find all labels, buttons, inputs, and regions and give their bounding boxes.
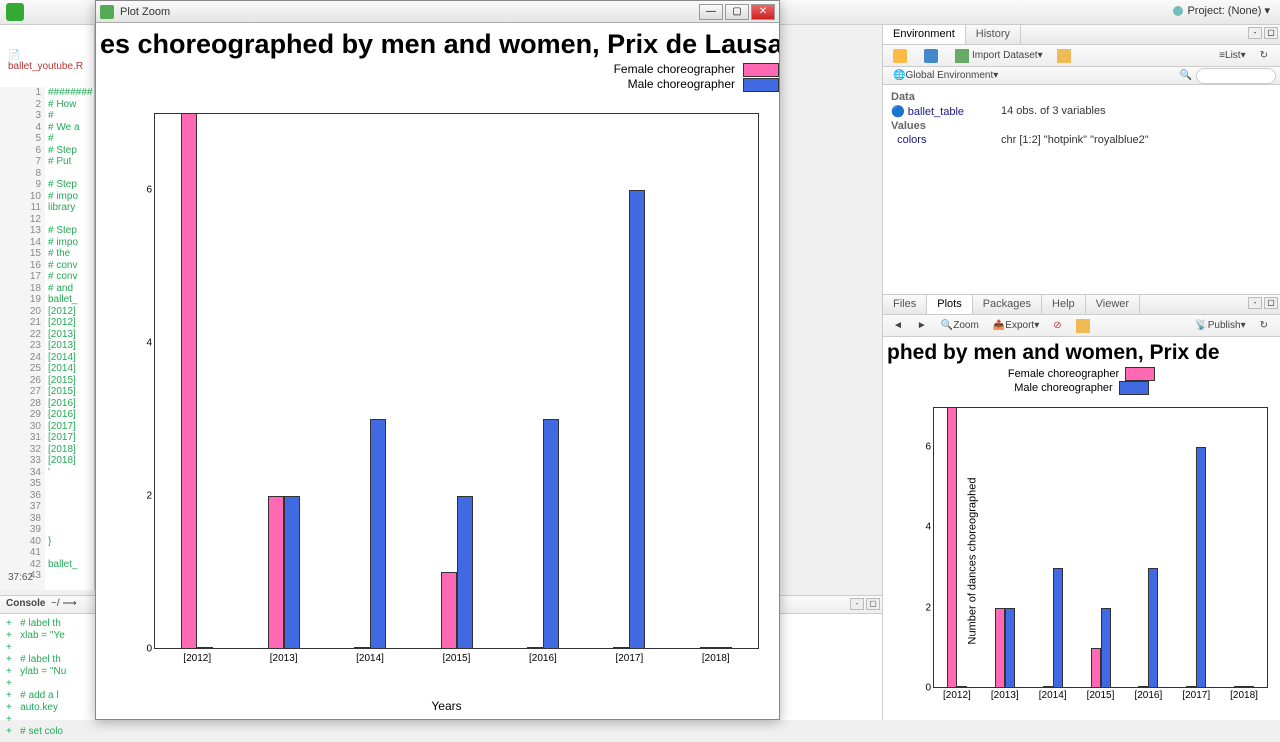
plot-zoom-window: Plot Zoom — ▢ ✕ es choreographed by men … (95, 0, 780, 720)
refresh-button[interactable]: ↻ (1254, 48, 1274, 63)
close-button[interactable]: ✕ (751, 4, 775, 20)
maximize-icon[interactable]: ▢ (1264, 27, 1278, 39)
prev-plot-button[interactable]: ◄ (887, 318, 909, 333)
refresh-plot-button[interactable]: ↻ (1254, 318, 1274, 333)
tab-environment[interactable]: Environment (883, 25, 966, 44)
save-workspace-button[interactable] (918, 47, 947, 65)
minimize-icon[interactable]: - (1248, 27, 1262, 39)
search-input[interactable] (1196, 68, 1276, 84)
bar (716, 647, 732, 649)
next-plot-button[interactable]: ► (911, 318, 933, 333)
import-dataset-button[interactable]: Import Dataset ▾ (949, 47, 1049, 65)
env-row[interactable]: 🔵 ballet_table14 obs. of 3 variables (891, 105, 1272, 118)
values-section-heading: Values (891, 120, 1272, 132)
bar (613, 647, 629, 649)
search-icon: 🔍 (1180, 70, 1192, 81)
x-axis-label: Years (431, 699, 461, 713)
plot-title: es choreographed by men and women, Prix … (96, 23, 779, 60)
bar (1148, 568, 1158, 688)
bar (1234, 686, 1244, 688)
bar (197, 647, 213, 649)
bar (284, 496, 300, 649)
bar (268, 496, 284, 649)
rstudio-icon (6, 3, 24, 21)
list-view-button[interactable]: ≡ List ▾ (1213, 48, 1251, 63)
minimize-icon[interactable]: - (1248, 297, 1262, 309)
bar (1091, 648, 1101, 688)
maximize-button[interactable]: ▢ (725, 4, 749, 20)
plots-pane: Files Plots Packages Help Viewer -▢ ◄ ► … (883, 295, 1280, 720)
cursor-position: 37:62 (8, 572, 33, 583)
tab-packages[interactable]: Packages (973, 295, 1042, 314)
bar (995, 608, 1005, 688)
maximize-icon[interactable]: ▢ (866, 598, 880, 610)
tab-files[interactable]: Files (883, 295, 927, 314)
global-env-dropdown[interactable]: 🌐 Global Environment ▾ (887, 68, 1004, 83)
bar (1043, 686, 1053, 688)
environment-pane: Environment History -▢ Import Dataset ▾ … (883, 25, 1280, 295)
bar (527, 647, 543, 649)
publish-button[interactable]: 📡 Publish ▾ (1189, 318, 1251, 333)
bar (1101, 608, 1111, 688)
bar (1138, 686, 1148, 688)
bar (543, 419, 559, 649)
zoom-window-title: Plot Zoom (120, 6, 697, 18)
data-section-heading: Data (891, 91, 1272, 103)
rstudio-icon (100, 5, 114, 19)
maximize-icon[interactable]: ▢ (1264, 297, 1278, 309)
env-row[interactable]: colorschr [1:2] "hotpink" "royalblue2" (891, 134, 1272, 146)
zoom-titlebar[interactable]: Plot Zoom — ▢ ✕ (96, 1, 779, 23)
bar (441, 572, 457, 649)
bar (1053, 568, 1063, 688)
mini-plot-title: phed by men and women, Prix de (883, 337, 1280, 365)
source-file-tab[interactable]: 📄 ballet_youtube.R (8, 50, 94, 72)
minimize-button[interactable]: — (699, 4, 723, 20)
right-column: Environment History -▢ Import Dataset ▾ … (882, 25, 1280, 720)
bar (457, 496, 473, 649)
bar (957, 686, 967, 688)
source-pane: 📄 ballet_youtube.R 123456789101112131415… (0, 25, 95, 590)
clear-plots-button[interactable] (1070, 317, 1099, 335)
bar (700, 647, 716, 649)
bar (1196, 447, 1206, 688)
zoom-button[interactable]: 🔍 Zoom (935, 318, 985, 333)
clear-workspace-button[interactable] (1051, 47, 1080, 65)
project-label[interactable]: Project: (None) ▾ (1173, 4, 1270, 17)
bar (1186, 686, 1196, 688)
mini-plot-legend: Female choreographer Male choreographer (883, 367, 1280, 395)
tab-history[interactable]: History (966, 25, 1021, 44)
plot-area: Number of dances choreographed Years 024… (124, 103, 769, 689)
bar (629, 190, 645, 649)
bar (181, 113, 197, 649)
export-button[interactable]: 📤 Export ▾ (987, 318, 1045, 333)
plot-legend: Female choreographer Male choreographer (96, 62, 779, 92)
bar (1005, 608, 1015, 688)
bar (947, 407, 957, 688)
tab-help[interactable]: Help (1042, 295, 1086, 314)
bar (1244, 686, 1254, 688)
tab-viewer[interactable]: Viewer (1086, 295, 1140, 314)
remove-plot-button[interactable]: ⊘ (1047, 318, 1067, 333)
bar (354, 647, 370, 649)
load-workspace-button[interactable] (887, 47, 916, 65)
tab-plots[interactable]: Plots (927, 295, 972, 314)
bar (370, 419, 386, 649)
minimize-icon[interactable]: - (850, 598, 864, 610)
